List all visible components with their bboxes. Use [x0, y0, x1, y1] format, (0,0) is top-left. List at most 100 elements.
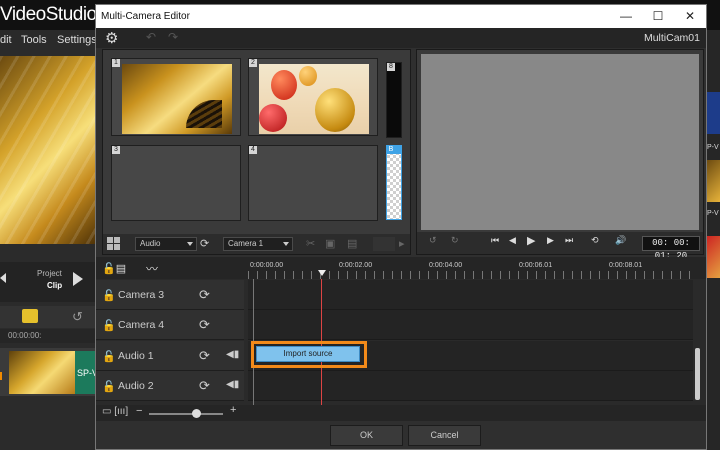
zoom-slider[interactable] [149, 413, 223, 415]
ruler-label: 0:00:00.00 [250, 262, 284, 269]
speaker-icon[interactable]: ◀▮ [226, 349, 239, 360]
track-lane-audio-2[interactable] [248, 371, 693, 401]
timecode-display[interactable]: 00: 00: 01: 20 [642, 236, 700, 261]
preview-panel: ↺ ↻ ⏮ ◀ ▶ ▶ ⏭ ⟲ 🔊 00: 00: 01: 20 [416, 49, 704, 261]
camera-slot-2[interactable]: 2 [248, 58, 378, 136]
rotate-right-icon[interactable]: ↻ [451, 235, 459, 246]
audio-dropdown-value: Audio [140, 239, 161, 248]
go-to-start-icon[interactable]: ⏮ [491, 235, 499, 246]
camera-dropdown-value: Camera 1 [228, 239, 264, 248]
camera-slot-side-bottom[interactable]: B [386, 145, 402, 220]
minimize-button[interactable]: — [610, 5, 642, 28]
track-name: Audio 1 [118, 350, 154, 362]
camera-1-thumbnail [122, 64, 232, 134]
volume-icon[interactable]: 🔊 [615, 235, 626, 246]
background-play-icon[interactable] [73, 272, 83, 286]
lock-icon[interactable]: 🔓 [102, 350, 116, 363]
camera-slot-number: B [387, 146, 395, 154]
chevron-down-icon [283, 242, 289, 246]
lock-icon[interactable]: 🔓 [102, 319, 116, 332]
library-thumbnail[interactable] [706, 92, 720, 134]
maximize-button[interactable]: ☐ [642, 5, 674, 28]
redo-icon[interactable]: ↷ [168, 30, 178, 44]
background-clip-label[interactable]: Clip [47, 281, 62, 290]
scrollbar-thumb[interactable] [695, 348, 700, 400]
audio-waveform-icon[interactable]: 〰 [146, 260, 158, 277]
expand-icon[interactable]: ▸ [399, 237, 405, 250]
fit-timeline-icon[interactable]: ▭ [ııı] [102, 406, 128, 417]
audio-source-dropdown[interactable]: Audio [135, 237, 197, 251]
lock-all-icon[interactable]: 🔓▤ [102, 262, 126, 275]
sync-icon[interactable]: ⟳ [199, 348, 210, 364]
ruler-ticks[interactable] [248, 271, 698, 279]
color-swatch-icon[interactable] [373, 237, 395, 251]
rotate-left-icon[interactable]: ↺ [429, 235, 437, 246]
balloon-shape [315, 88, 355, 132]
chevron-down-icon [187, 242, 193, 246]
ok-button[interactable]: OK [330, 425, 403, 446]
camera-slot-number: 2 [249, 59, 257, 67]
track-header-camera-3[interactable]: 🔓 Camera 3 ⟳ [96, 280, 244, 310]
undo-icon[interactable]: ↶ [146, 30, 156, 44]
go-to-end-icon[interactable]: ⏭ [565, 235, 573, 246]
project-name: MultiCam01 [643, 32, 700, 44]
background-preview-image [0, 56, 96, 244]
lock-icon[interactable]: 🔓 [102, 289, 116, 302]
background-menubar: dit Tools Settings [0, 30, 97, 50]
layout-grid-icon[interactable] [107, 237, 120, 250]
repeat-icon[interactable]: ⟲ [591, 235, 599, 246]
lock-icon[interactable]: 🔓 [102, 380, 116, 393]
background-project-label[interactable]: Project [37, 269, 62, 278]
sync-icon[interactable]: ⟳ [199, 378, 210, 394]
background-left-arrow-icon[interactable] [0, 273, 6, 283]
sync-icon[interactable]: ⟳ [199, 287, 210, 303]
track-header-audio-1[interactable]: 🔓 Audio 1 ⟳ ◀▮ [96, 341, 244, 371]
library-thumbnail[interactable] [706, 236, 720, 278]
zoom-out-icon[interactable]: − [136, 405, 142, 417]
background-track-marker [0, 372, 2, 380]
sync-icon[interactable]: ⟳ [200, 237, 209, 250]
play-icon[interactable]: ▶ [527, 234, 535, 247]
pip-icon[interactable]: ▤ [347, 237, 357, 250]
ruler-label: 0:00:02.00 [339, 262, 373, 269]
library-item-label: P-V [707, 144, 719, 151]
import-source-button[interactable]: Import source [256, 346, 360, 362]
camera-slot-side-top[interactable]: 8 [386, 62, 402, 138]
settings-gear-icon[interactable]: ⚙ [105, 29, 118, 47]
timeline-view-icon[interactable] [22, 309, 38, 323]
dialog-title: Multi-Camera Editor [101, 11, 190, 22]
split-icon[interactable]: ✂ [306, 237, 315, 250]
camera-slot-number: 4 [249, 146, 257, 154]
multi-camera-editor-dialog: Multi-Camera Editor — ☐ ✕ ⚙ ↶ ↷ MultiCam… [95, 4, 707, 450]
camera-select-dropdown[interactable]: Camera 1 [223, 237, 293, 251]
zoom-in-icon[interactable]: + [230, 404, 236, 416]
camera-slot-3[interactable]: 3 [111, 145, 241, 221]
next-frame-icon[interactable]: ▶ [547, 235, 554, 246]
previous-frame-icon[interactable]: ◀ [509, 235, 516, 246]
track-name: Camera 4 [118, 319, 165, 331]
track-lane-camera-3[interactable] [248, 280, 693, 310]
mark-icon[interactable]: ▣ [325, 237, 335, 250]
camera-slot-1[interactable]: 1 [111, 58, 241, 136]
camera-slot-4[interactable]: 4 [248, 145, 378, 221]
dialog-toolbar [96, 28, 706, 48]
zoom-slider-knob[interactable] [192, 409, 201, 418]
background-undo-icon[interactable]: ↺ [72, 309, 83, 325]
speaker-icon[interactable]: ◀▮ [226, 379, 239, 390]
camera-slot-number: 8 [387, 63, 395, 71]
track-header-audio-2[interactable]: 🔓 Audio 2 ⟳ ◀▮ [96, 371, 244, 401]
dialog-titlebar[interactable]: Multi-Camera Editor — ☐ ✕ [96, 5, 706, 28]
balloon-shape [259, 104, 287, 132]
sync-icon[interactable]: ⟳ [199, 317, 210, 333]
menu-settings[interactable]: Settings [57, 34, 97, 46]
track-lane-camera-4[interactable] [248, 310, 693, 340]
track-header-camera-4[interactable]: 🔓 Camera 4 ⟳ [96, 310, 244, 340]
library-thumbnail[interactable] [706, 160, 720, 202]
cancel-button[interactable]: Cancel [408, 425, 481, 446]
menu-tools[interactable]: Tools [21, 34, 47, 46]
menu-edit[interactable]: dit [0, 34, 12, 46]
playhead-handle[interactable] [318, 270, 326, 276]
background-clip-thumbnail[interactable] [9, 351, 75, 394]
close-button[interactable]: ✕ [674, 5, 706, 28]
background-ruler-time: 00:00:00: [8, 331, 42, 340]
